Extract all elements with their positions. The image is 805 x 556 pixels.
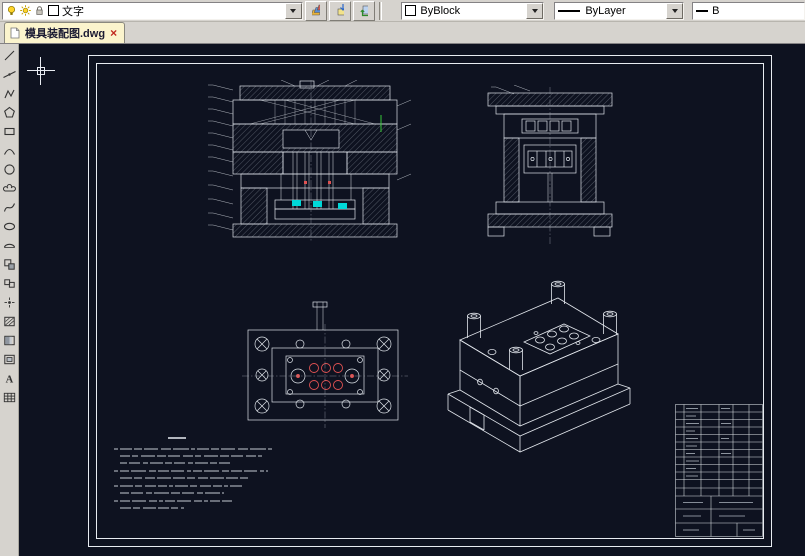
layer-control-dropdown[interactable]: 文字: [2, 1, 303, 20]
lineweight-value: B: [712, 4, 720, 17]
hatch-tool[interactable]: [1, 312, 18, 331]
drawing-canvas[interactable]: [19, 44, 805, 556]
layer-properties-button[interactable]: [304, 0, 327, 21]
linetype-value: ByLayer: [585, 4, 626, 17]
color-swatch: [405, 5, 417, 16]
layer-dropdown-arrow[interactable]: [284, 2, 302, 19]
current-layer-name: 文字: [62, 5, 84, 18]
ellipse-tool[interactable]: [1, 217, 18, 236]
lineweight-sample: [696, 9, 709, 12]
notes-text-lines: [114, 448, 272, 509]
gradient-tool[interactable]: [1, 331, 18, 350]
draw-toolbar: A: [0, 44, 19, 556]
table-tool[interactable]: [1, 388, 18, 407]
front-section-view: [208, 80, 412, 242]
polyline-tool[interactable]: [1, 84, 18, 103]
circle-tool[interactable]: [1, 160, 18, 179]
line-tool[interactable]: [1, 46, 18, 65]
tab-close-icon[interactable]: ×: [110, 27, 117, 39]
corner-screws: [254, 336, 392, 414]
sun-icon[interactable]: [20, 5, 31, 16]
linetype-dropdown-arrow[interactable]: [666, 2, 684, 19]
tab-drawing-file[interactable]: 模具装配图.dwg ×: [4, 22, 126, 43]
technical-notes: [114, 437, 272, 509]
arc-tool[interactable]: [1, 141, 18, 160]
cyan-highlights: [292, 200, 347, 209]
lock-icon[interactable]: [34, 5, 45, 16]
layer-current-icon: [337, 4, 344, 16]
insert-block-tool[interactable]: [1, 255, 18, 274]
properties-toolbar: 文字 ByBlock ByLayer B: [0, 0, 805, 22]
layers-icon: [311, 4, 320, 16]
linetype-control-dropdown[interactable]: ByLayer: [554, 1, 685, 20]
chevron-down-icon: [671, 8, 678, 13]
spline-tool[interactable]: [1, 198, 18, 217]
plan-view: [242, 301, 408, 428]
revision-cloud-tool[interactable]: [1, 179, 18, 198]
point-tool[interactable]: [1, 293, 18, 312]
color-dropdown-arrow[interactable]: [526, 2, 544, 19]
side-view: [487, 85, 613, 245]
make-block-tool[interactable]: [1, 274, 18, 293]
title-block: [675, 404, 763, 537]
guide-pillars: [467, 280, 617, 370]
layer-color-swatch: [48, 5, 59, 16]
lineweight-control-dropdown[interactable]: B: [692, 1, 805, 20]
toolbar-separator: [378, 1, 383, 20]
multiline-text-tool[interactable]: A: [1, 369, 18, 388]
ellipse-arc-tool[interactable]: [1, 236, 18, 255]
red-marks: [304, 181, 331, 184]
linetype-sample: [558, 9, 581, 12]
region-tool[interactable]: [1, 350, 18, 369]
layer-previous-button[interactable]: [352, 0, 375, 21]
chevron-down-icon: [290, 8, 297, 13]
svg-text:A: A: [5, 375, 13, 386]
color-value: ByBlock: [420, 4, 461, 17]
tab-label: 模具装配图.dwg: [25, 28, 106, 40]
autocad-window: 文字 ByBlock ByLayer B 模具装配图.dwg × A: [0, 0, 805, 556]
isometric-view: [447, 280, 631, 453]
bulb-icon[interactable]: [6, 5, 17, 16]
layer-previous-icon: [359, 5, 368, 17]
construction-line-tool[interactable]: [1, 65, 18, 84]
pickbox-cursor: [37, 67, 45, 75]
dwg-file-icon: [10, 27, 20, 39]
rectangle-tool[interactable]: [1, 122, 18, 141]
color-control-dropdown[interactable]: ByBlock: [401, 1, 545, 20]
chevron-down-icon: [531, 8, 538, 13]
polygon-tool[interactable]: [1, 103, 18, 122]
make-object-layer-current-button[interactable]: [328, 0, 351, 21]
drawing-tabbar: 模具装配图.dwg ×: [0, 22, 805, 44]
